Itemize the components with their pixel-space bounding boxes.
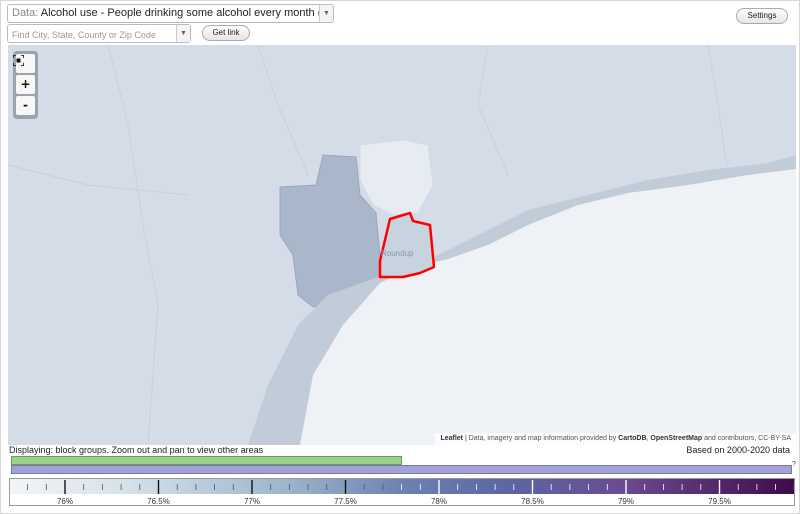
legend-scale: 76% 76.5% 77% 77.5% 78% 78.5% 79% 79.5% — [10, 479, 794, 506]
help-mark[interactable]: ? — [792, 461, 796, 468]
zoom-in-button[interactable]: + — [16, 75, 35, 94]
settings-button[interactable]: Settings — [736, 8, 788, 24]
legend-tick-label: 76.5% — [147, 497, 170, 506]
get-link-button[interactable]: Get link — [202, 25, 250, 41]
cartodb-link[interactable]: CartoDB — [618, 435, 646, 442]
zoom-out-button[interactable]: - — [16, 96, 35, 115]
chevron-down-icon[interactable]: ▼ — [176, 25, 190, 42]
leaflet-link[interactable]: Leaflet — [440, 435, 463, 442]
fit-bounds-icon[interactable] — [13, 54, 35, 73]
distribution-bar-purple — [11, 465, 792, 474]
place-label: Roundup — [381, 249, 414, 258]
legend-tick-label: 78% — [431, 497, 447, 506]
legend-tick-label: 76% — [57, 497, 73, 506]
legend-gradient — [10, 479, 794, 494]
legend-tick-label: 78.5% — [521, 497, 544, 506]
legend-tick-label: 79.5% — [708, 497, 731, 506]
attribution-text: | Data, imagery and map information prov… — [463, 435, 619, 442]
search-input[interactable] — [8, 26, 174, 44]
chevron-down-icon[interactable]: ▼ — [319, 5, 333, 22]
legend-tick-label: 79% — [618, 497, 634, 506]
location-search[interactable]: ▼ — [7, 24, 191, 44]
legend-label-strip — [10, 494, 794, 505]
attribution-text-2: and contributors, CC-BY-SA — [702, 435, 791, 442]
based-on-note: Based on 2000-2020 data — [686, 445, 790, 455]
osm-link[interactable]: OpenStreetMap — [650, 435, 702, 442]
zoom-control: + - — [13, 51, 38, 119]
data-selector[interactable]: Data: Alcohol use - People drinking some… — [7, 4, 334, 23]
data-selector-prefix: Data: — [12, 7, 39, 19]
data-selector-value: Alcohol use - People drinking some alcoh… — [40, 7, 334, 19]
displaying-status: Displaying: block groups. Zoom out and p… — [9, 445, 264, 455]
distribution-bar-green — [11, 456, 402, 465]
legend-tick-label: 77% — [244, 497, 260, 506]
map-attribution: Leaflet | Data, imagery and map informat… — [435, 433, 796, 445]
legend-tick-label: 77.5% — [334, 497, 357, 506]
color-legend: 76% 76.5% 77% 77.5% 78% 78.5% 79% 79.5% — [9, 478, 795, 506]
map-view[interactable]: + - Roundup Leaflet | Data, imagery and … — [8, 45, 796, 445]
map-canvas — [8, 45, 796, 445]
